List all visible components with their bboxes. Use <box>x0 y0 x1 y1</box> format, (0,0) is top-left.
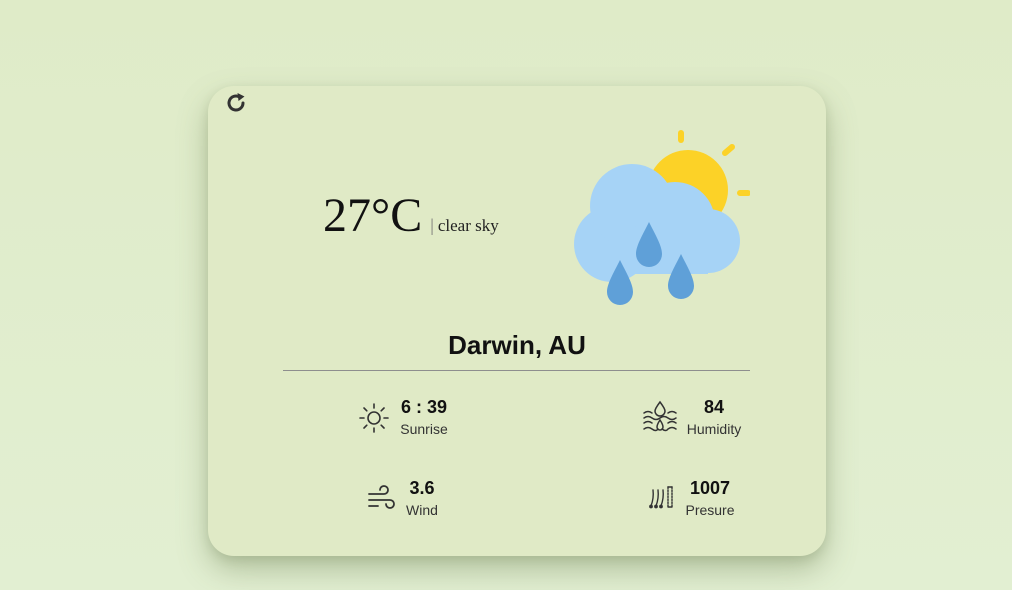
temperature: 27°C <box>323 189 423 242</box>
weather-card: 27°C | clear sky Darwin, AU 6: 39 Sunri… <box>208 86 826 556</box>
pressure-value: 1007 <box>689 478 731 498</box>
city-name: Darwin, AU <box>448 330 586 360</box>
pressure-icon <box>649 486 673 509</box>
wind-stat: 3.6 Wind <box>366 477 456 519</box>
refresh-icon[interactable] <box>224 91 248 115</box>
humidity-icon <box>643 400 677 432</box>
humidity-value: 84 <box>703 397 725 417</box>
pressure-stat: 1007 Presure <box>646 477 746 519</box>
humidity-label: Humidity <box>686 421 742 437</box>
current-weather: 27°C | clear sky <box>323 192 499 240</box>
sunrise-stat: 6 : 39 Sunrise <box>358 396 458 438</box>
rain-cloud-sun-icon <box>574 130 750 305</box>
sunrise-value: 6 : 39 <box>400 397 448 417</box>
wind-value: 3.6 <box>409 478 435 498</box>
pressure-label: Presure <box>685 502 735 518</box>
humidity-stat: 84 Humidity <box>642 396 752 438</box>
temperature-separator: | <box>430 215 434 235</box>
wind-label: Wind <box>406 502 438 518</box>
weather-description: clear sky <box>437 216 499 235</box>
sunrise-label: Sunrise <box>400 421 448 437</box>
sun-outline-icon <box>359 403 389 433</box>
divider <box>283 370 750 371</box>
wind-icon <box>368 485 395 509</box>
